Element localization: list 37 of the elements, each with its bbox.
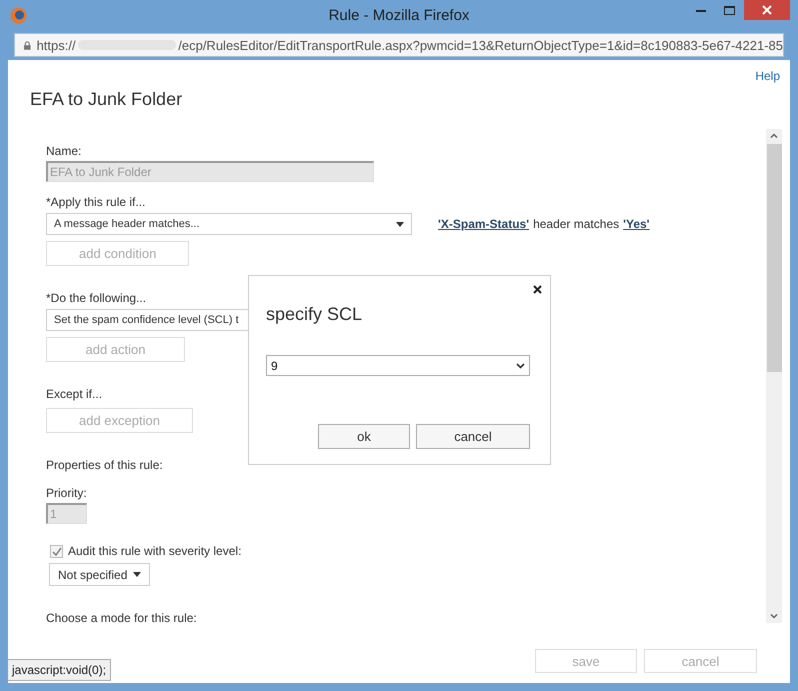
window-title: Rule - Mozilla Firefox — [328, 7, 470, 24]
field-label: Priority: — [46, 485, 88, 501]
page-title: EFA to Junk Folder — [29, 88, 184, 111]
scroll-down-icon[interactable] — [770, 614, 778, 619]
section-label: Properties of this rule: — [46, 457, 164, 473]
dropdown[interactable]: 9 — [266, 355, 530, 376]
url-path: /ecp/RulesEditor/EditTransportRule.aspx?pwmcid=13&ReturnObjectType=1&id=8c190883-5e67-4221-85 — [178, 38, 783, 52]
dialog-button[interactable]: cancel — [416, 424, 530, 449]
scrollbar-thumb[interactable] — [766, 144, 782, 372]
section-label: Except if... — [46, 386, 104, 402]
section-label: *Do the following... — [46, 290, 148, 306]
condition-text: header matches — [533, 217, 620, 231]
maximize-icon — [724, 6, 735, 14]
scrollbar[interactable] — [766, 129, 782, 623]
caret-icon — [133, 572, 141, 577]
url-scheme: https:// — [36, 38, 76, 52]
close-icon — [762, 5, 772, 15]
address-bar[interactable]: https:// /ecp/RulesEditor/EditTransportRule.aspx?pwmcid=13&ReturnObjectType=1&id=8c190883-5e67-4221-85 — [14, 33, 784, 57]
caret-icon — [396, 222, 404, 226]
checkbox-label: Audit this rule with severity level: — [68, 544, 242, 558]
help-link[interactable]: Help — [755, 69, 780, 85]
value-link[interactable]: 'X-Spam-Status' — [438, 217, 530, 231]
status-bar: javascript:void(0); — [8, 659, 112, 681]
minimize-icon — [696, 8, 706, 12]
close-button[interactable] — [744, 0, 790, 20]
close-icon[interactable] — [533, 285, 542, 294]
dialog-button[interactable]: ok — [318, 424, 410, 449]
section-label: Choose a mode for this rule: — [46, 610, 198, 626]
scroll-up-icon[interactable] — [770, 133, 778, 138]
dropdown[interactable]: Not specified — [49, 563, 150, 586]
lock-icon — [24, 38, 31, 52]
chevron-down-icon — [516, 362, 525, 368]
value-link[interactable]: 'Yes' — [623, 217, 650, 231]
field-label: Name: — [46, 143, 82, 159]
browser-logo-icon — [10, 7, 27, 24]
dropdown[interactable]: A message header matches... — [46, 213, 412, 235]
field-label: *Apply this rule if... — [46, 194, 146, 210]
